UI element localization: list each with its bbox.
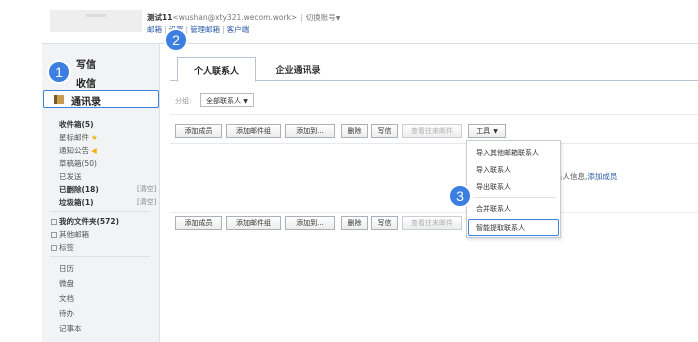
main-panel: 个人联系人 企业通讯录 分组: 全部联系人 ▼ 添加成员 添加邮件组 添加到..… bbox=[160, 44, 698, 342]
add-member-link[interactable]: 添加成员 bbox=[587, 172, 617, 181]
expand-icon[interactable] bbox=[51, 232, 57, 238]
add-contact-button[interactable]: 添加成员 bbox=[175, 124, 222, 138]
step-badge-2: 2 bbox=[164, 28, 188, 52]
clear-spam-link[interactable]: [清空] bbox=[137, 197, 156, 207]
app-drive[interactable]: 微盘 bbox=[59, 278, 74, 289]
contacts-nav-item[interactable]: 通讯录 bbox=[43, 90, 159, 108]
brand-logo bbox=[50, 10, 142, 32]
tools-dropdown-menu: 导入其他邮箱联系人 导入联系人 导出联系人 合并联系人 智能提取联系人 bbox=[466, 140, 561, 238]
tree-other-mailboxes[interactable]: 其他邮箱 bbox=[51, 229, 89, 240]
sidebar-divider bbox=[50, 211, 150, 212]
menu-import-other-mailbox[interactable]: 导入其他邮箱联系人 bbox=[476, 148, 539, 158]
folder-starred-label: 星标邮件 bbox=[59, 133, 89, 142]
header-links: 邮箱|设置|管理邮箱|客户端 bbox=[147, 25, 250, 34]
menu-divider bbox=[473, 197, 556, 198]
folder-deleted[interactable]: 已删除(18) bbox=[59, 184, 99, 195]
tab-enterprise-directory[interactable]: 企业通讯录 bbox=[263, 57, 333, 82]
add-contact-button[interactable]: 添加成员 bbox=[175, 216, 222, 230]
account-name: 测试11 bbox=[147, 13, 173, 22]
app-docs[interactable]: 文档 bbox=[59, 293, 74, 304]
account-info: 测试11<wushan@xty321.wecom.work> | 切换账号▼ bbox=[147, 12, 340, 23]
header-link-client[interactable]: 客户端 bbox=[227, 25, 250, 34]
group-select-value: 全部联系人 bbox=[206, 97, 241, 105]
app-calendar[interactable]: 日历 bbox=[59, 263, 74, 274]
menu-merge-contacts[interactable]: 合并联系人 bbox=[476, 204, 511, 214]
group-select[interactable]: 全部联系人 ▼ bbox=[200, 93, 254, 107]
star-icon: ★ bbox=[91, 133, 98, 142]
folder-starred[interactable]: 星标邮件 ★ bbox=[59, 132, 98, 143]
clear-deleted-link[interactable]: [清空] bbox=[137, 184, 156, 194]
write-button[interactable]: 写信 bbox=[371, 216, 398, 230]
tab-personal-contacts[interactable]: 个人联系人 bbox=[177, 57, 256, 82]
compose-link[interactable]: 写信 bbox=[76, 56, 96, 71]
divider bbox=[170, 212, 698, 213]
expand-icon[interactable] bbox=[51, 219, 57, 225]
tree-my-folders-label: 我的文件夹(572) bbox=[59, 217, 120, 226]
tree-other-mailboxes-label: 其他邮箱 bbox=[59, 230, 89, 239]
header-divider: | bbox=[300, 13, 303, 22]
folder-notices-label: 通知公告 bbox=[59, 146, 89, 155]
menu-export-contacts[interactable]: 导出联系人 bbox=[476, 182, 511, 192]
header-link-mailbox[interactable]: 邮箱 bbox=[147, 25, 162, 34]
write-button[interactable]: 写信 bbox=[371, 124, 398, 138]
tree-tags[interactable]: 标签 bbox=[51, 242, 74, 253]
folder-sent[interactable]: 已发送 bbox=[59, 171, 82, 182]
account-email: <wushan@xty321.wecom.work> bbox=[172, 13, 298, 22]
contacts-label: 通讯录 bbox=[71, 97, 101, 108]
expand-icon[interactable] bbox=[51, 245, 57, 251]
view-mail-button[interactable]: 查看往来邮件 bbox=[402, 124, 462, 138]
step-badge-3: 3 bbox=[448, 184, 472, 208]
sidebar: 写信 收信 通讯录 收件箱(5) 星标邮件 ★ 通知公告 ◀ 草稿箱(50) 已发送… bbox=[42, 44, 160, 342]
menu-import-contacts[interactable]: 导入联系人 bbox=[476, 165, 511, 175]
folder-drafts[interactable]: 草稿箱(50) bbox=[59, 158, 97, 169]
tree-tags-label: 标签 bbox=[59, 243, 74, 252]
chevron-down-icon[interactable]: ▼ bbox=[336, 15, 341, 22]
view-mail-button[interactable]: 查看往来邮件 bbox=[402, 216, 462, 230]
add-to-button[interactable]: 添加到... bbox=[285, 216, 335, 230]
bell-icon: ◀ bbox=[91, 146, 97, 155]
delete-button[interactable]: 删除 bbox=[341, 124, 368, 138]
folder-inbox[interactable]: 收件箱(5) bbox=[59, 119, 94, 130]
group-label: 分组: bbox=[175, 97, 192, 105]
tools-label: 工具 bbox=[476, 127, 491, 135]
divider bbox=[170, 114, 698, 115]
add-group-button[interactable]: 添加邮件组 bbox=[226, 216, 281, 230]
tree-my-folders[interactable]: 我的文件夹(572) bbox=[51, 216, 119, 227]
sidebar-divider bbox=[50, 256, 150, 257]
add-group-button[interactable]: 添加邮件组 bbox=[226, 124, 281, 138]
app-todo[interactable]: 待办 bbox=[59, 308, 74, 319]
divider bbox=[170, 143, 698, 144]
tab-bar: 个人联系人 企业通讯录 bbox=[170, 56, 698, 82]
tools-button[interactable]: 工具 ▼ bbox=[468, 124, 506, 138]
app-notes[interactable]: 记事本 bbox=[59, 323, 82, 334]
folder-notices[interactable]: 通知公告 ◀ bbox=[59, 145, 97, 156]
delete-button[interactable]: 删除 bbox=[341, 216, 368, 230]
empty-contacts-message: 系人信息,添加成员 bbox=[555, 171, 617, 182]
switch-account-link[interactable]: 切换账号 bbox=[306, 13, 336, 22]
add-to-button[interactable]: 添加到... bbox=[285, 124, 335, 138]
address-book-icon bbox=[54, 95, 64, 104]
menu-smart-extract-contacts[interactable]: 智能提取联系人 bbox=[476, 223, 525, 233]
header-link-manage[interactable]: 管理邮箱 bbox=[190, 25, 220, 34]
step-badge-1: 1 bbox=[47, 60, 71, 84]
inbox-link[interactable]: 收信 bbox=[76, 75, 96, 90]
chevron-down-icon: ▼ bbox=[243, 98, 248, 105]
chevron-down-icon: ▼ bbox=[493, 128, 498, 135]
folder-spam[interactable]: 垃圾箱(1) bbox=[59, 197, 94, 208]
